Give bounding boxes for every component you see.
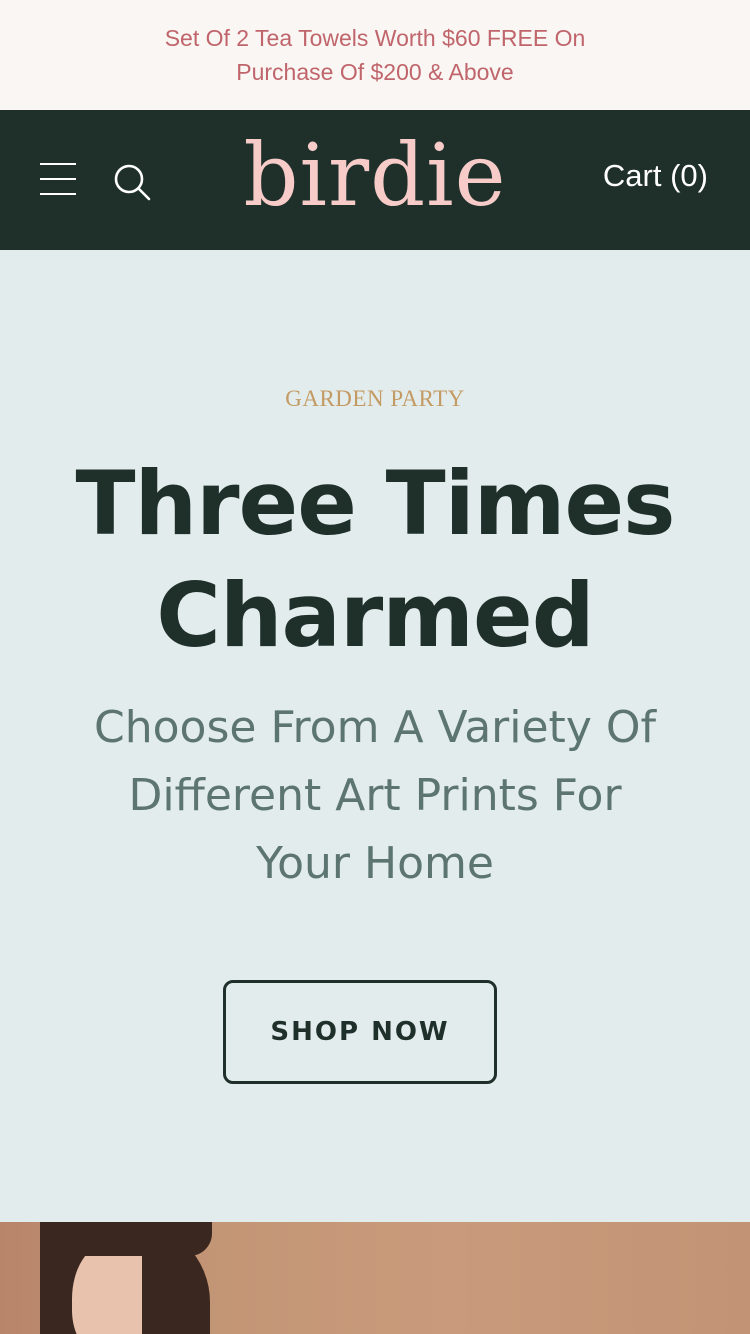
announcement-text: Set Of 2 Tea Towels Worth $60 FREE On Pu… xyxy=(164,25,586,85)
cart-link[interactable]: Cart (0) xyxy=(603,156,708,196)
brand-logo[interactable]: birdie xyxy=(225,126,525,226)
search-button[interactable] xyxy=(112,162,152,202)
hero-section: GARDEN PARTY Three Times Charmed Choose … xyxy=(0,250,750,1222)
photo-face xyxy=(72,1244,142,1334)
site-header: birdie Cart (0) xyxy=(0,110,750,250)
search-icon xyxy=(114,164,151,201)
announcement-bar: Set Of 2 Tea Towels Worth $60 FREE On Pu… xyxy=(0,0,750,110)
hero-eyebrow: GARDEN PARTY xyxy=(285,386,465,411)
hero-headline: Three Times Charmed xyxy=(75,452,675,667)
lifestyle-photo xyxy=(0,1222,750,1334)
photo-fringe xyxy=(52,1222,212,1256)
hero-subhead: Choose From A Variety Of Different Art P… xyxy=(94,702,656,889)
hamburger-menu-icon xyxy=(40,163,76,165)
shop-now-button[interactable]: SHOP NOW xyxy=(223,980,497,1084)
menu-button[interactable] xyxy=(40,160,76,198)
